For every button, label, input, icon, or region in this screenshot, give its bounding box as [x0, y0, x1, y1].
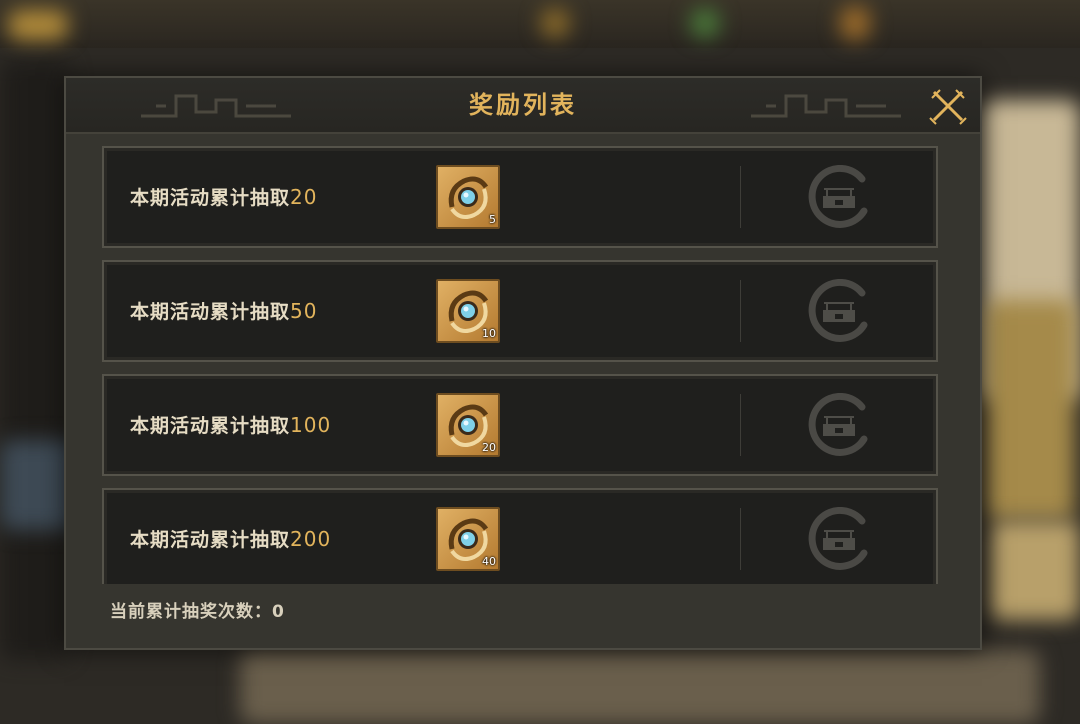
reward-item[interactable]: 40 [436, 507, 500, 571]
reward-row: 本期活动累计抽取200 40 [102, 488, 938, 584]
row-count: 100 [290, 413, 332, 437]
bg-shape [540, 8, 570, 38]
lock-icon [808, 393, 868, 456]
row-label: 本期活动累计抽取20 [130, 148, 317, 246]
row-label: 本期活动累计抽取100 [130, 376, 331, 474]
reward-item[interactable]: 20 [436, 393, 500, 457]
lock-icon [808, 507, 868, 570]
row-label-text: 本期活动累计抽取 [130, 301, 291, 323]
reward-item[interactable]: 10 [436, 279, 500, 343]
reward-item[interactable]: 5 [436, 165, 500, 229]
dialog-header: 奖励列表 [66, 78, 980, 134]
bg-shape [0, 60, 70, 660]
bg-shape [8, 10, 68, 40]
row-label: 本期活动累计抽取200 [130, 490, 331, 584]
reward-quantity: 5 [489, 213, 496, 226]
lock-icon [808, 165, 868, 228]
row-divider [740, 508, 741, 570]
close-button[interactable] [928, 86, 968, 126]
reward-list-dialog: 奖励列表 本期活动累计抽取20 5 本期活动累计抽取50 10 本期活动累计抽取… [64, 76, 982, 650]
reward-quantity: 20 [482, 441, 496, 454]
row-divider [740, 166, 741, 228]
draw-count-status: 当前累计抽奖次数：0 [110, 602, 285, 622]
lock-icon [808, 279, 868, 342]
row-divider [740, 280, 741, 342]
reward-quantity: 10 [482, 327, 496, 340]
header-ornament-right [751, 94, 901, 118]
row-count: 50 [290, 299, 318, 323]
reward-row: 本期活动累计抽取100 20 [102, 374, 938, 476]
row-count: 200 [290, 527, 332, 551]
bg-shape [690, 8, 720, 38]
bg-shape [240, 650, 1040, 724]
crossed-swords-close-icon [929, 89, 967, 125]
bg-shape [990, 520, 1080, 620]
row-label: 本期活动累计抽取50 [130, 262, 317, 360]
row-label-text: 本期活动累计抽取 [130, 529, 291, 551]
row-label-text: 本期活动累计抽取 [130, 415, 291, 437]
reward-quantity: 40 [482, 555, 496, 568]
row-label-text: 本期活动累计抽取 [130, 187, 291, 209]
reward-row: 本期活动累计抽取20 5 [102, 146, 938, 248]
row-divider [740, 394, 741, 456]
reward-row: 本期活动累计抽取50 10 [102, 260, 938, 362]
reward-list: 本期活动累计抽取20 5 本期活动累计抽取50 10 本期活动累计抽取100 2… [102, 144, 938, 584]
row-count: 20 [290, 185, 318, 209]
bg-shape [840, 6, 870, 40]
bg-shape [985, 300, 1075, 520]
